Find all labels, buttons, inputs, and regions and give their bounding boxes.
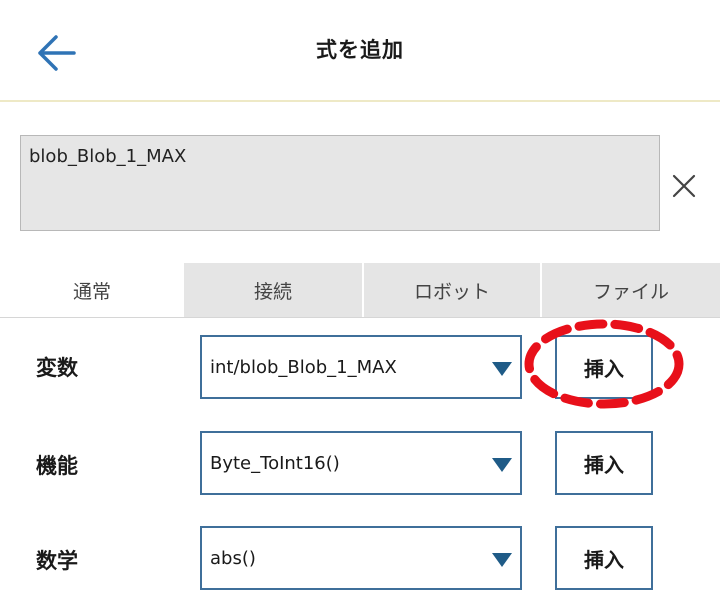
row-label-variable: 変数 — [36, 356, 78, 380]
tab-bar: 通常 接続 ロボット ファイル — [0, 263, 720, 318]
tab-robot[interactable]: ロボット — [362, 263, 540, 317]
variable-select[interactable]: int/blob_Blob_1_MAX — [200, 335, 522, 399]
function-select[interactable]: Byte_ToInt16() — [200, 431, 522, 495]
tab-file[interactable]: ファイル — [540, 263, 720, 317]
clear-button[interactable] — [666, 168, 702, 204]
close-icon — [672, 174, 696, 198]
row-label-function: 機能 — [36, 454, 78, 478]
math-select-value: abs() — [210, 547, 256, 569]
dropdown-arrow-icon — [492, 458, 512, 472]
function-select-value: Byte_ToInt16() — [210, 452, 340, 474]
insert-function-button[interactable]: 挿入 — [555, 431, 653, 495]
insert-variable-button[interactable]: 挿入 — [555, 335, 653, 399]
math-select[interactable]: abs() — [200, 526, 522, 590]
row-label-math: 数学 — [36, 549, 78, 573]
tab-normal[interactable]: 通常 — [0, 263, 184, 317]
header-bar: 式を追加 — [0, 0, 720, 102]
dropdown-arrow-icon — [492, 362, 512, 376]
tab-connection[interactable]: 接続 — [184, 263, 362, 317]
dropdown-arrow-icon — [492, 553, 512, 567]
expression-input[interactable]: blob_Blob_1_MAX — [20, 135, 660, 231]
page-title: 式を追加 — [316, 38, 404, 62]
variable-select-value: int/blob_Blob_1_MAX — [210, 356, 397, 378]
insert-math-button[interactable]: 挿入 — [555, 526, 653, 590]
